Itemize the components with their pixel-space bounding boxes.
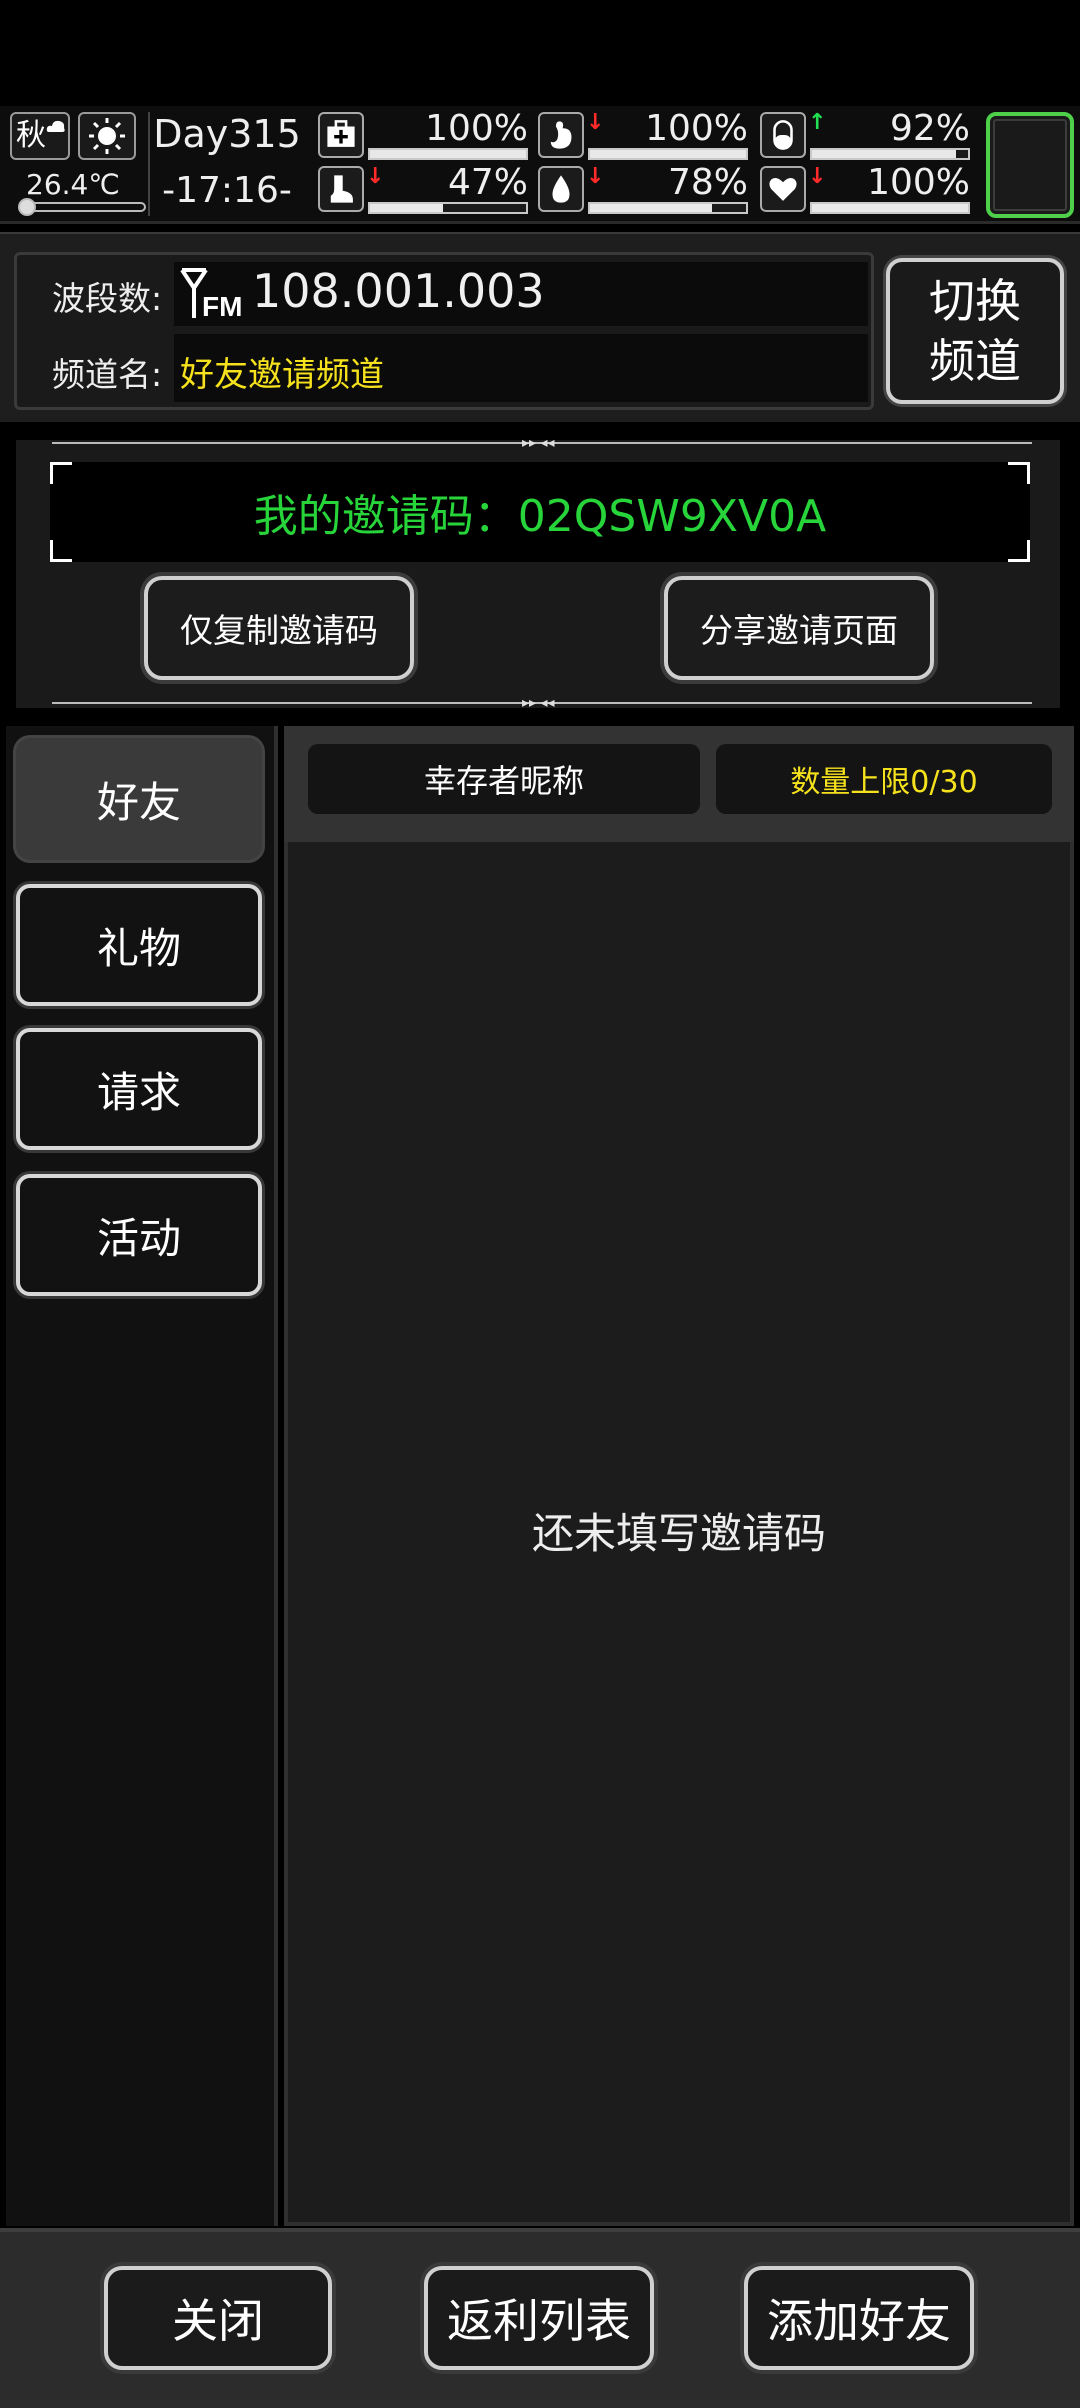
temperature-value: 26.4℃ [26,168,120,201]
water-drop-icon [538,166,584,212]
thermometer-bulb [18,198,36,216]
sun-icon [78,112,136,160]
add-friend-button[interactable]: 添加好友 [744,2266,974,2370]
tab-events[interactable]: 活动 [16,1174,262,1296]
stat-value: 92% [889,108,970,149]
stat-level-bar [812,150,956,158]
invite-code-text[interactable]: 我的邀请码：02QSW9XV0A [50,480,1030,544]
thermometer-icon [28,202,146,212]
stat-level-bar [812,204,968,212]
arrow-marker-icon: ▸▸ ◂◂ [522,435,555,451]
temperature-gauge: 26.4℃ [10,166,146,218]
column-survivor-name: 幸存者昵称 [308,744,700,814]
medkit-icon [318,112,364,158]
app-root: 秋 26.4℃ Day315 -17:16- 100% ↓ 100% ↑ 92%… [0,0,1080,2408]
close-button[interactable]: 关闭 [104,2266,332,2370]
season-label: 秋 [16,118,46,153]
arrow-marker-icon: ▸▸ ◂◂ [522,695,555,711]
season-indicator: 秋 [10,112,70,160]
heart-icon [760,166,806,212]
switch-channel-label-1: 切换 [929,274,1021,328]
stat-hunger: ↓ 100% [538,108,748,164]
switch-channel-label-2: 频道 [929,334,1021,388]
pill-icon [760,112,806,158]
channel-name: 好友邀请频道 [180,355,384,395]
switch-channel-button[interactable]: 切换 频道 [886,258,1064,404]
stat-health: 100% [318,108,528,164]
stat-water: ↓ 78% [538,162,748,218]
stat-value: 78% [667,162,748,203]
stat-value: 100% [645,108,748,149]
friend-list [284,726,1074,2226]
trend-down-icon: ↓ [586,164,605,189]
rebate-list-button[interactable]: 返利列表 [424,2266,654,2370]
stat-value: 47% [447,162,528,203]
trend-down-icon: ↓ [808,164,827,189]
weather-cloud-icon [46,120,65,132]
divider-line: ▸▸ ◂◂ [52,695,1032,711]
tab-requests[interactable]: 请求 [16,1028,262,1150]
stat-mood: ↓ 100% [760,162,970,218]
stat-level-bar [370,204,444,212]
day-counter: Day315 [153,112,301,156]
divider-line: ▸▸ ◂◂ [52,435,1032,451]
share-page-button[interactable]: 分享邀请页面 [664,576,934,680]
tab-gifts[interactable]: 礼物 [16,884,262,1006]
tab-friends[interactable]: 好友 [16,738,262,860]
friend-limit-count: 数量上限0/30 [716,744,1052,814]
stat-level-bar [590,204,712,212]
band-label: 波段数: [52,279,163,318]
foot-icon [318,166,364,212]
channel-label: 频道名: [52,355,163,394]
stat-medicine: ↑ 92% [760,108,970,164]
empty-state-message: 还未填写邀请码 [531,1509,826,1558]
frequency-value: 108.001.003 [252,264,545,318]
trend-up-icon: ↑ [808,110,827,135]
stat-stamina: ↓ 47% [318,162,528,218]
stomach-icon [538,112,584,158]
stat-value: 100% [425,108,528,149]
stat-level-bar [370,150,526,158]
copy-code-button[interactable]: 仅复制邀请码 [144,576,414,680]
trend-down-icon: ↓ [586,110,605,135]
divider [148,112,150,216]
trend-down-icon: ↓ [366,164,385,189]
equipment-slot[interactable] [986,112,1074,218]
game-clock: -17:16- [162,170,292,211]
stat-level-bar [590,150,746,158]
svg-text:FM: FM [202,291,242,322]
stat-value: 100% [867,162,970,203]
antenna-fm-icon: FM [180,268,242,322]
